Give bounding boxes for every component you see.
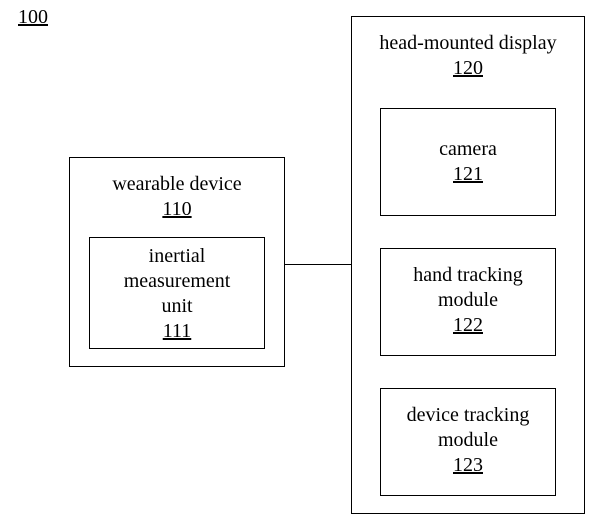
imu-box: inertial measurement unit 111 bbox=[89, 237, 265, 349]
wearable-device-label-block: wearable device 110 bbox=[70, 172, 284, 222]
hand-tracking-box: hand tracking module 122 bbox=[380, 248, 556, 356]
hmd-ref: 120 bbox=[352, 56, 584, 81]
camera-box: camera 121 bbox=[380, 108, 556, 216]
wearable-device-ref: 110 bbox=[70, 197, 284, 222]
hand-tracking-line1: hand tracking bbox=[381, 263, 555, 288]
camera-label-block: camera 121 bbox=[381, 137, 555, 187]
imu-line3: unit bbox=[90, 294, 264, 319]
figure-reference: 100 bbox=[18, 6, 48, 29]
wearable-device-label: wearable device bbox=[70, 172, 284, 197]
hmd-label-block: head-mounted display 120 bbox=[352, 31, 584, 81]
camera-label: camera bbox=[381, 137, 555, 162]
device-tracking-label-block: device tracking module 123 bbox=[381, 403, 555, 478]
imu-line2: measurement bbox=[90, 269, 264, 294]
connector-line bbox=[285, 264, 351, 265]
diagram-canvas: 100 wearable device 110 inertial measure… bbox=[0, 0, 607, 531]
imu-ref: 111 bbox=[90, 319, 264, 344]
imu-label-block: inertial measurement unit 111 bbox=[90, 244, 264, 344]
device-tracking-line1: device tracking bbox=[381, 403, 555, 428]
device-tracking-line2: module bbox=[381, 428, 555, 453]
hmd-label: head-mounted display bbox=[352, 31, 584, 56]
device-tracking-ref: 123 bbox=[381, 453, 555, 478]
device-tracking-box: device tracking module 123 bbox=[380, 388, 556, 496]
imu-line1: inertial bbox=[90, 244, 264, 269]
camera-ref: 121 bbox=[381, 162, 555, 187]
hand-tracking-line2: module bbox=[381, 288, 555, 313]
hand-tracking-label-block: hand tracking module 122 bbox=[381, 263, 555, 338]
hand-tracking-ref: 122 bbox=[381, 313, 555, 338]
